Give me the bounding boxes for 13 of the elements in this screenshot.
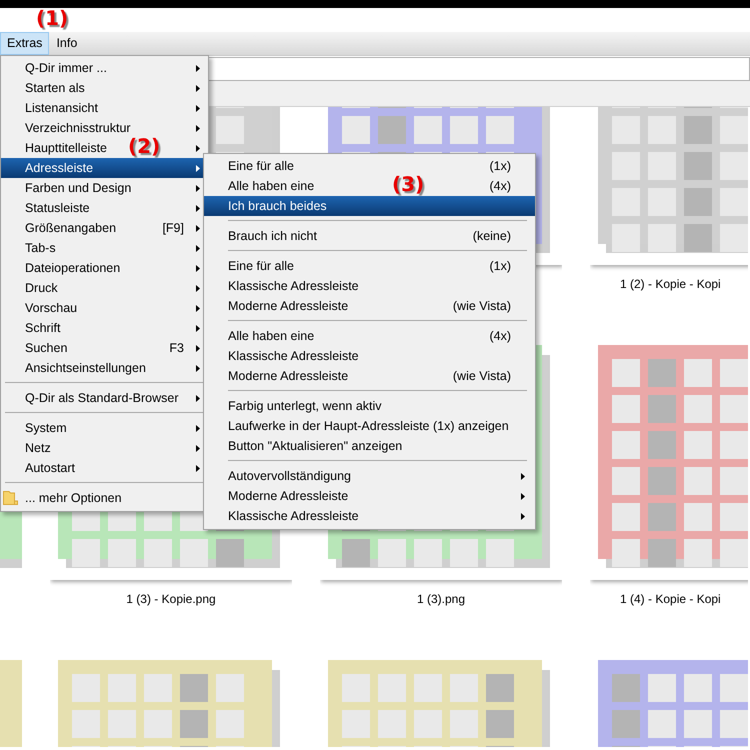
menu-item[interactable]: Ich brauch beides (204, 196, 535, 216)
menu-item[interactable]: Q-Dir immer ... (1, 58, 208, 78)
menu-bar-item[interactable]: Extras (0, 32, 50, 55)
menu-item[interactable]: Starten als (1, 78, 208, 98)
step-number: (1) (36, 6, 68, 30)
menu-item[interactable]: Listenansicht (1, 98, 208, 118)
file-name: 1 (3) - Kopie.png (126, 592, 216, 606)
folder-icon (3, 491, 18, 505)
menu-item[interactable]: Klassische Adressleiste (204, 506, 535, 526)
file-name: 1 (2) - Kopie - Kopi (620, 277, 721, 291)
menu-bar-item[interactable]: Info (49, 32, 84, 55)
file-name: 1 (3).png (416, 592, 466, 606)
file-name: 1 (4) - Kopie - Kopi (620, 592, 721, 606)
